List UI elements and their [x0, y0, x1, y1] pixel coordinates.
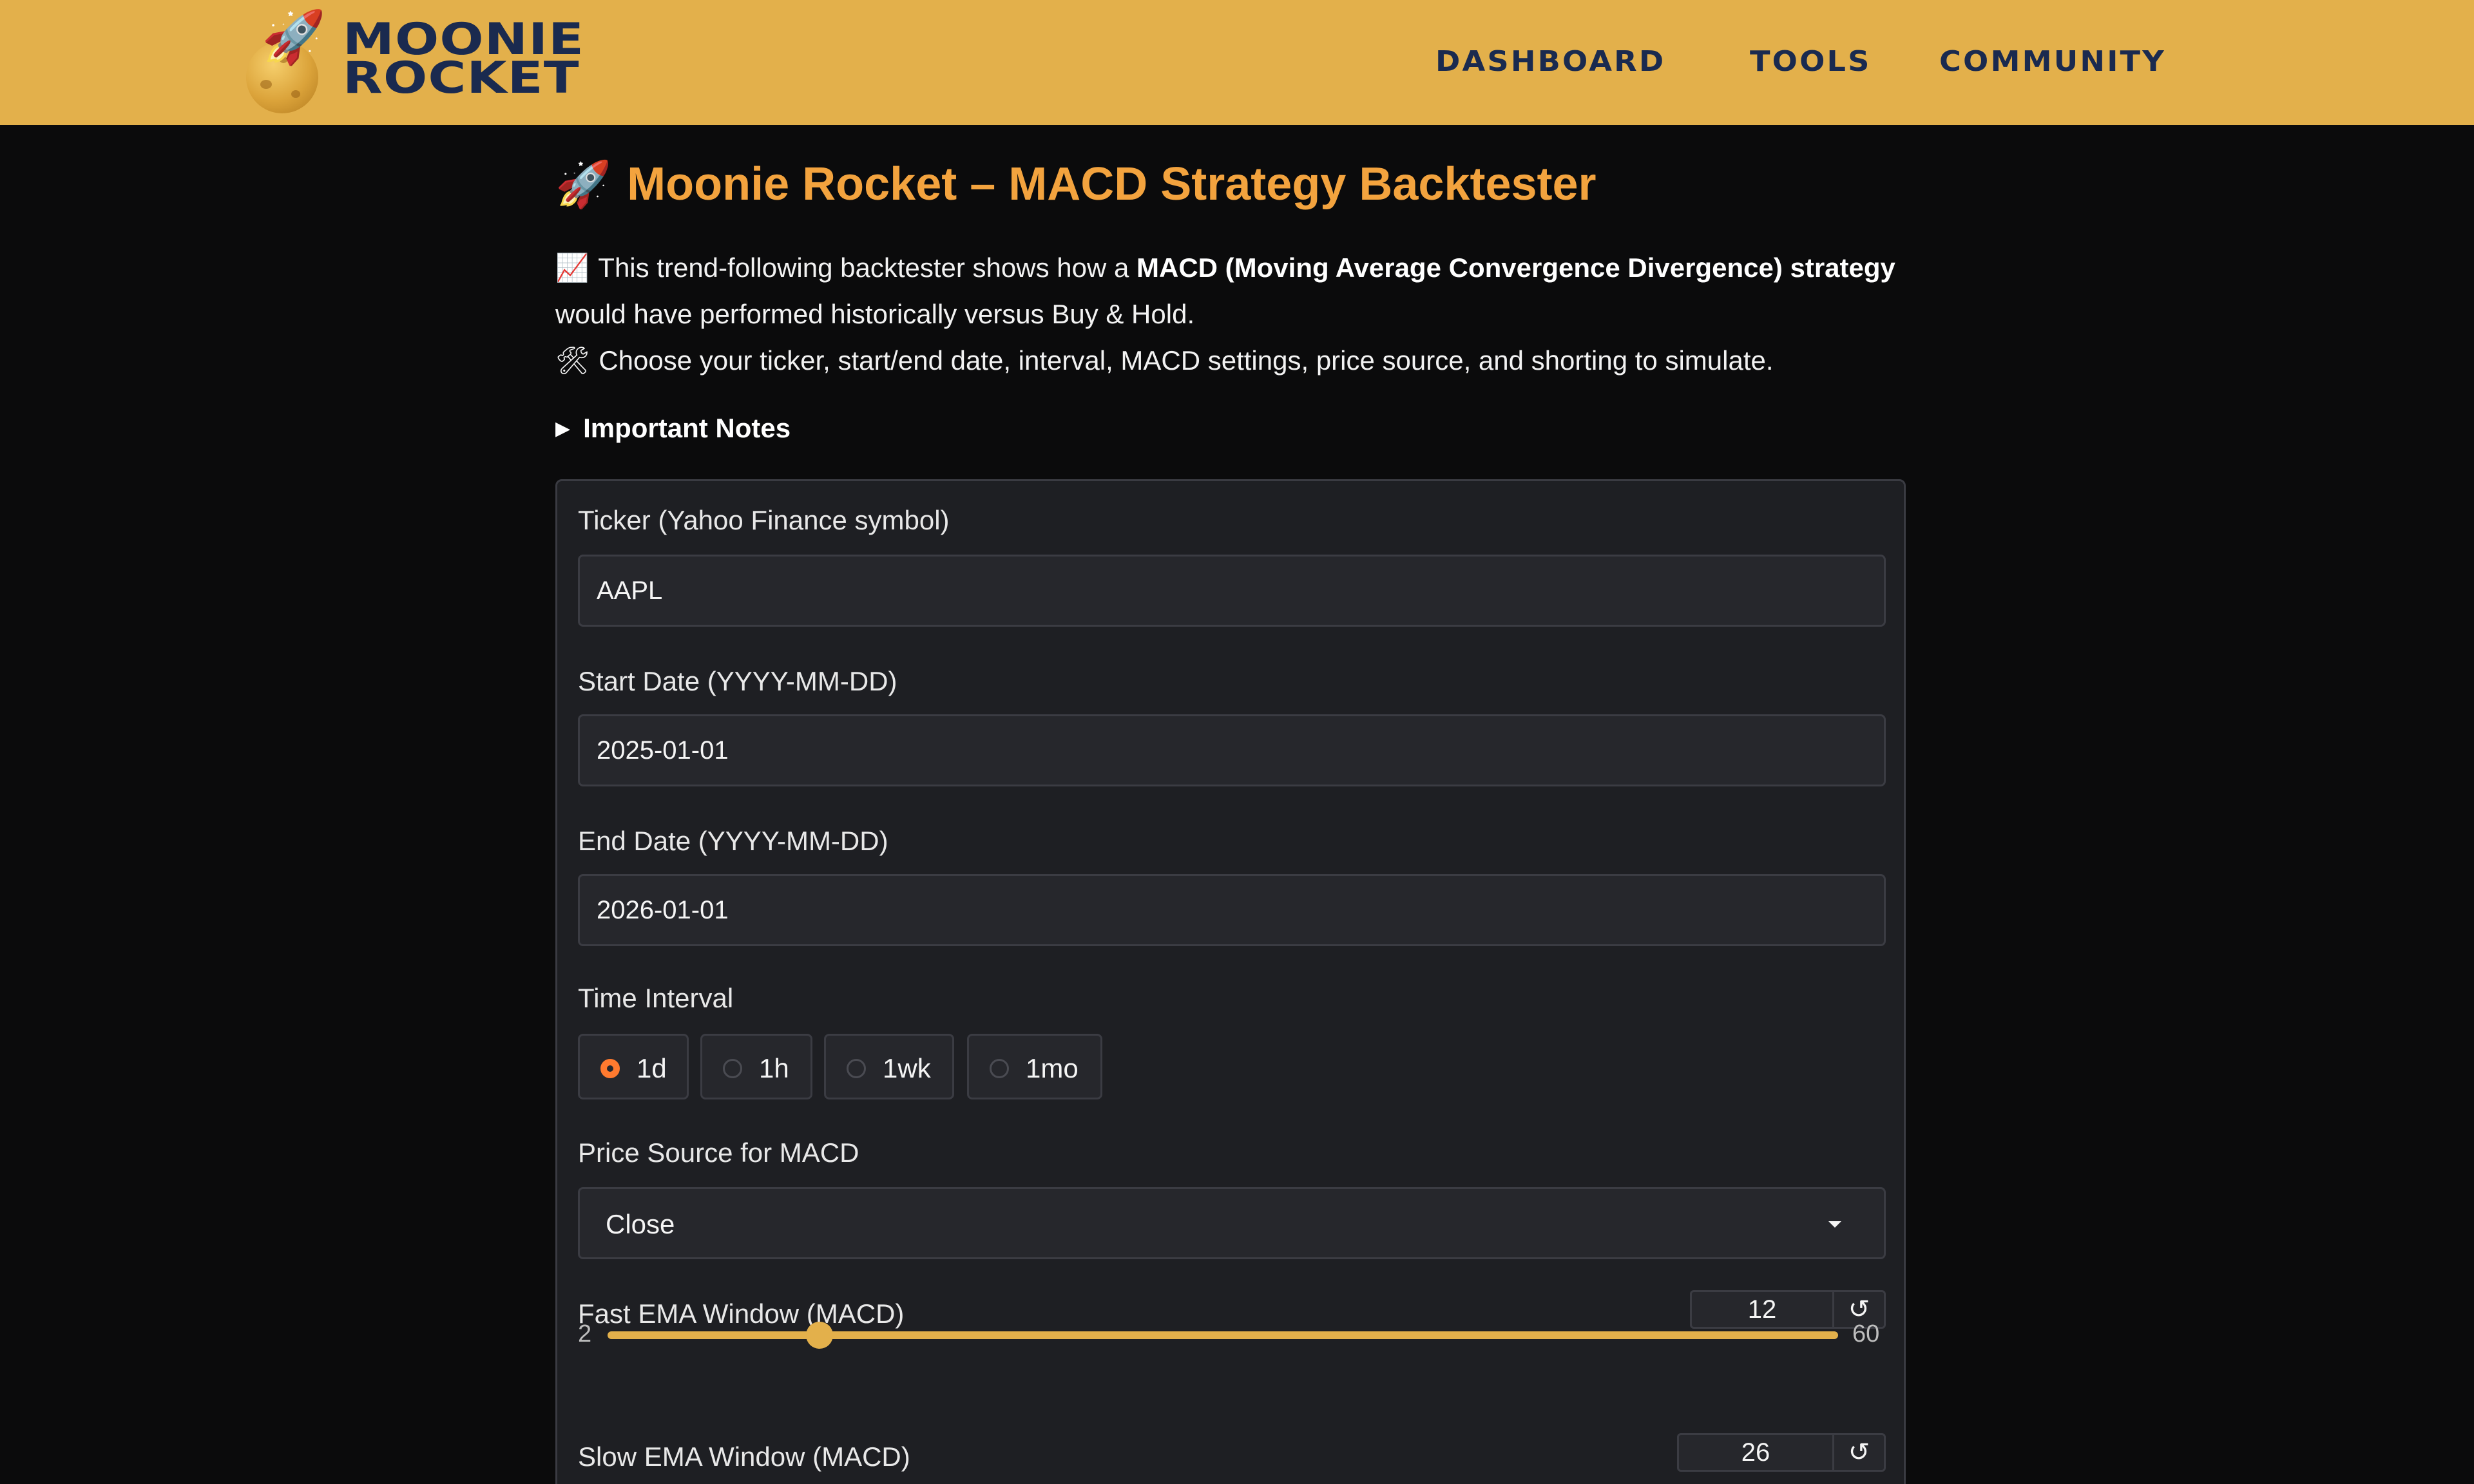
fast-ema-slider-max: 60: [1852, 1320, 1880, 1347]
interval-option-1d[interactable]: 1d: [578, 1034, 689, 1099]
logo[interactable]: 🚀 MOONIE ROCKET: [242, 7, 655, 113]
rocket-icon: 🚀: [262, 7, 326, 67]
radio-icon: [847, 1059, 866, 1078]
radio-selected-icon: [600, 1059, 620, 1078]
tools-icon: 🛠: [555, 345, 590, 376]
fast-ema-label: Fast EMA Window (MACD): [578, 1298, 905, 1329]
radio-icon: [990, 1059, 1009, 1078]
interval-option-1mo[interactable]: 1mo: [967, 1034, 1102, 1099]
settings-form: Ticker (Yahoo Finance symbol) Start Date…: [555, 479, 1906, 1484]
price-source-select[interactable]: Close: [578, 1187, 1886, 1259]
chart-increasing-icon: 📈: [555, 252, 590, 283]
slow-ema-label: Slow EMA Window (MACD): [578, 1441, 910, 1472]
slow-ema-number-input[interactable]: 26 ↺: [1677, 1433, 1886, 1472]
reset-icon[interactable]: ↺: [1832, 1435, 1884, 1470]
interval-option-1wk[interactable]: 1wk: [824, 1034, 954, 1099]
slider-thumb[interactable]: [806, 1322, 834, 1349]
nav-dashboard[interactable]: DASHBOARD: [1435, 45, 1665, 79]
page-title: 🚀 Moonie Rocket – MACD Strategy Backteste…: [555, 158, 1597, 211]
top-bar: 🚀 MOONIE ROCKET DASHBOARD TOOLS COMMUNIT…: [0, 0, 2474, 125]
caret-down-icon: [1828, 1221, 1841, 1228]
end-date-label: End Date (YYYY-MM-DD): [578, 826, 888, 856]
rocket-icon: 🚀: [555, 158, 612, 211]
end-date-input[interactable]: [578, 874, 1886, 946]
radio-icon: [723, 1059, 742, 1078]
fast-ema-slider-min: 2: [578, 1320, 592, 1347]
start-date-input[interactable]: [578, 714, 1886, 786]
nav-tools[interactable]: TOOLS: [1750, 45, 1872, 79]
ticker-label: Ticker (Yahoo Finance symbol): [578, 505, 950, 535]
start-date-label: Start Date (YYYY-MM-DD): [578, 666, 897, 696]
nav-community[interactable]: COMMUNITY: [1939, 45, 2166, 79]
interval-option-1h[interactable]: 1h: [700, 1034, 812, 1099]
important-notes-expander[interactable]: ▶ Important Notes: [555, 412, 791, 448]
triangle-right-icon: ▶: [555, 418, 571, 439]
logo-text: MOONIE ROCKET: [343, 14, 585, 104]
ticker-input[interactable]: [578, 555, 1886, 627]
intro-text: 📈 This trend-following backtester shows h…: [555, 252, 1895, 376]
price-source-label: Price Source for MACD: [578, 1137, 859, 1168]
fast-ema-slider[interactable]: [608, 1322, 1838, 1349]
time-interval-label: Time Interval: [578, 983, 734, 1013]
